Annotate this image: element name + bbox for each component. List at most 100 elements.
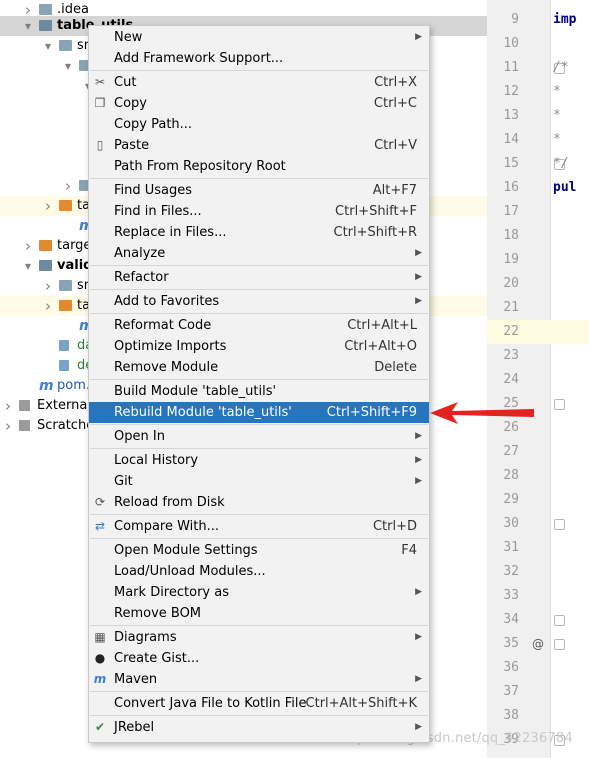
menu-item-label: Find in Files... [114, 204, 202, 219]
menu-item-analyze[interactable]: Analyze ▶ [89, 243, 429, 264]
line-number: 37 [503, 684, 519, 699]
menu-item-compare-with[interactable]: ⇄ Compare With... Ctrl+D [89, 516, 429, 537]
chevron-right-icon[interactable]: › [62, 176, 74, 196]
editor-line: 35 @ [487, 632, 589, 656]
menu-item-label: Compare With... [114, 519, 220, 534]
menu-separator [90, 448, 428, 449]
fold-marker-icon[interactable] [554, 615, 565, 626]
menu-item-label: Copy [114, 96, 147, 111]
menu-item-git[interactable]: Git ▶ [89, 471, 429, 492]
menu-item-label: Refactor [114, 270, 169, 285]
line-number: 29 [503, 492, 519, 507]
submenu-arrow-icon: ▶ [415, 476, 422, 486]
fold-marker-icon[interactable] [554, 639, 565, 650]
menu-item-jrebel[interactable]: ✔ JRebel ▶ [89, 717, 429, 738]
menu-item-mark-directory-as[interactable]: Mark Directory as ▶ [89, 582, 429, 603]
menu-item-label: Mark Directory as [114, 585, 229, 600]
menu-item-maven[interactable]: m Maven ▶ [89, 669, 429, 690]
file-icon [59, 360, 69, 371]
menu-separator [90, 424, 428, 425]
menu-item-shortcut: Ctrl+Shift+R [333, 225, 418, 240]
submenu-arrow-icon: ▶ [415, 248, 422, 258]
annotation-gutter-icon[interactable]: @ [532, 632, 544, 656]
chevron-down-icon[interactable]: ▾ [22, 16, 34, 36]
chevron-right-icon[interactable]: › [42, 276, 54, 296]
line-number: 20 [503, 276, 519, 291]
editor-line: 38 [487, 704, 589, 728]
submenu-arrow-icon: ▶ [415, 674, 422, 684]
menu-item-shortcut: Ctrl+Alt+Shift+K [305, 696, 417, 711]
menu-separator [90, 538, 428, 539]
chevron-down-icon[interactable]: ▾ [42, 36, 54, 56]
code-text: /* [553, 60, 569, 75]
menu-item-shortcut: Ctrl+Shift+F9 [326, 405, 417, 420]
editor-line: 23 [487, 344, 589, 368]
submenu-arrow-icon: ▶ [415, 455, 422, 465]
menu-item-label: Local History [114, 453, 199, 468]
menu-item-path-from-repository-root[interactable]: Path From Repository Root [89, 156, 429, 177]
menu-item-reformat-code[interactable]: Reformat Code Ctrl+Alt+L [89, 315, 429, 336]
menu-item-diagrams[interactable]: ▦ Diagrams ▶ [89, 627, 429, 648]
menu-item-find-in-files[interactable]: Find in Files... Ctrl+Shift+F [89, 201, 429, 222]
menu-item-remove-bom[interactable]: Remove BOM [89, 603, 429, 624]
menu-item-label: Diagrams [114, 630, 177, 645]
menu-item-refactor[interactable]: Refactor ▶ [89, 267, 429, 288]
chevron-right-icon[interactable]: › [2, 416, 14, 436]
line-number: 14 [503, 132, 519, 147]
tree-row-label: External [37, 398, 91, 413]
line-number: 18 [503, 228, 519, 243]
menu-item-label: Open In [114, 429, 165, 444]
chevron-down-icon[interactable]: ▾ [62, 56, 74, 76]
menu-item-load-unload-modules[interactable]: Load/Unload Modules... [89, 561, 429, 582]
menu-item-add-framework-support[interactable]: Add Framework Support... [89, 48, 429, 69]
line-number: 12 [503, 84, 519, 99]
menu-item-replace-in-files[interactable]: Replace in Files... Ctrl+Shift+R [89, 222, 429, 243]
menu-item-copy-path[interactable]: Copy Path... [89, 114, 429, 135]
submenu-arrow-icon: ▶ [415, 632, 422, 642]
menu-item-label: Convert Java File to Kotlin File [114, 696, 307, 711]
github-icon: ● [94, 651, 106, 665]
menu-item-new[interactable]: New ▶ [89, 27, 429, 48]
menu-separator [90, 715, 428, 716]
menu-item-label: New [114, 30, 143, 45]
menu-separator [90, 313, 428, 314]
editor-line: 11 /* [487, 56, 589, 80]
menu-item-label: Replace in Files... [114, 225, 227, 240]
line-number: 13 [503, 108, 519, 123]
chevron-right-icon[interactable]: › [22, 236, 34, 256]
fold-marker-icon[interactable] [554, 519, 565, 530]
editor-line: 9 imp [487, 8, 589, 32]
menu-item-reload-from-disk[interactable]: ⟳ Reload from Disk [89, 492, 429, 513]
menu-item-remove-module[interactable]: Remove Module Delete [89, 357, 429, 378]
chevron-right-icon[interactable]: › [42, 296, 54, 316]
line-number: 22 [503, 324, 519, 339]
menu-item-shortcut: Ctrl+D [372, 519, 417, 534]
menu-item-find-usages[interactable]: Find Usages Alt+F7 [89, 180, 429, 201]
menu-separator [90, 625, 428, 626]
fold-marker-icon[interactable] [554, 399, 565, 410]
editor-line: 17 [487, 200, 589, 224]
menu-item-optimize-imports[interactable]: Optimize Imports Ctrl+Alt+O [89, 336, 429, 357]
menu-item-label: Remove Module [114, 360, 219, 375]
menu-item-rebuild-module-table-utils[interactable]: Rebuild Module 'table_utils' Ctrl+Shift+F… [89, 402, 429, 423]
submenu-arrow-icon: ▶ [415, 272, 422, 282]
menu-item-cut[interactable]: ✂ Cut Ctrl+X [89, 72, 429, 93]
menu-item-copy[interactable]: ❐ Copy Ctrl+C [89, 93, 429, 114]
editor-line: 27 [487, 440, 589, 464]
menu-item-convert-java-file-to-kotlin-file[interactable]: Convert Java File to Kotlin File Ctrl+Alt… [89, 693, 429, 714]
chevron-right-icon[interactable]: › [2, 396, 14, 416]
annotation-arrow-head [430, 402, 534, 424]
code-text: */ [553, 156, 569, 171]
menu-item-local-history[interactable]: Local History ▶ [89, 450, 429, 471]
chevron-right-icon[interactable]: › [42, 196, 54, 216]
menu-item-create-gist[interactable]: ● Create Gist... [89, 648, 429, 669]
chevron-down-icon[interactable]: ▾ [22, 256, 34, 276]
menu-item-open-in[interactable]: Open In ▶ [89, 426, 429, 447]
editor-line: 21 [487, 296, 589, 320]
menu-item-paste[interactable]: ▯ Paste Ctrl+V [89, 135, 429, 156]
menu-item-open-module-settings[interactable]: Open Module Settings F4 [89, 540, 429, 561]
menu-item-add-to-favorites[interactable]: Add to Favorites ▶ [89, 291, 429, 312]
menu-item-build-module-table-utils[interactable]: Build Module 'table_utils' [89, 381, 429, 402]
editor-line: 19 [487, 248, 589, 272]
line-number: 24 [503, 372, 519, 387]
